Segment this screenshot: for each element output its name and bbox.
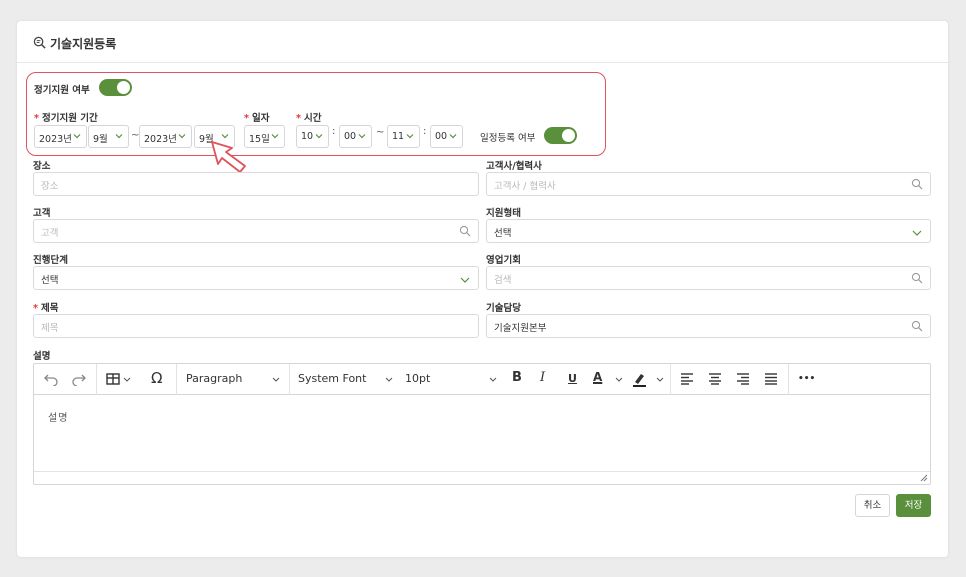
end-minute-select[interactable]: 00 <box>430 125 463 148</box>
search-icon[interactable] <box>911 178 923 190</box>
italic-button[interactable]: I <box>540 370 545 385</box>
customer-label: 고객 <box>33 208 51 219</box>
place-input[interactable]: 장소 <box>33 172 479 196</box>
paragraph-select[interactable]: Paragraph <box>186 372 242 385</box>
chevron-down-icon <box>460 277 470 283</box>
chevron-down-icon[interactable] <box>385 377 393 383</box>
font-color-button[interactable]: A <box>593 370 602 384</box>
redo-icon[interactable] <box>72 373 86 386</box>
chevron-down-icon <box>178 134 186 139</box>
schedule-register-toggle[interactable] <box>544 127 577 144</box>
period-label: * 정기지원 기간 <box>34 113 98 124</box>
chevron-down-icon <box>73 134 81 139</box>
place-label: 장소 <box>33 161 51 172</box>
font-family-select[interactable]: System Font <box>298 372 366 385</box>
chevron-down-icon <box>406 134 414 139</box>
support-type-label: 지원형태 <box>486 208 521 219</box>
partner-label: 고객사/협력사 <box>486 161 542 172</box>
start-hour-select[interactable]: 10 <box>296 125 329 148</box>
stage-select[interactable]: 선택 <box>33 266 479 290</box>
start-year-select[interactable]: 2023년 <box>34 125 87 148</box>
manager-label: 기술담당 <box>486 303 521 314</box>
chevron-down-icon[interactable] <box>656 377 664 383</box>
table-icon[interactable] <box>106 373 120 385</box>
underline-button[interactable]: U <box>568 372 577 385</box>
search-doc-icon <box>33 36 46 49</box>
colon-separator: : <box>332 126 336 137</box>
undo-icon[interactable] <box>44 373 58 386</box>
chevron-down-icon[interactable] <box>489 377 497 383</box>
day-label: * 일자 <box>244 113 270 124</box>
stage-label: 진행단계 <box>33 255 68 266</box>
card-header: 기술지원등록 <box>17 21 948 63</box>
save-button[interactable]: 저장 <box>896 494 931 517</box>
chevron-down-icon <box>315 134 323 139</box>
tilde-separator: ~ <box>376 127 385 138</box>
special-char-button[interactable]: Ω <box>151 369 162 387</box>
align-right-icon[interactable] <box>736 373 750 385</box>
search-icon[interactable] <box>911 272 923 284</box>
chevron-down-icon[interactable] <box>123 377 131 383</box>
end-hour-select[interactable]: 11 <box>387 125 420 148</box>
start-month-select[interactable]: 9월 <box>88 125 129 148</box>
colon-separator: : <box>423 126 427 137</box>
chevron-down-icon <box>358 134 366 139</box>
highlight-color-icon[interactable] <box>632 371 648 387</box>
align-justify-icon[interactable] <box>764 373 778 385</box>
manager-search-input[interactable]: 기술지원본부 <box>486 314 931 338</box>
title-input[interactable]: 제목 <box>33 314 479 338</box>
time-label: * 시간 <box>296 113 322 124</box>
more-button[interactable]: ••• <box>798 374 815 384</box>
partner-search-input[interactable]: 고객사 / 협력사 <box>486 172 931 196</box>
editor-toolbar: Ω Paragraph System Font 10pt B I U A ••• <box>34 364 930 395</box>
schedule-register-label: 일정등록 여부 <box>480 133 536 144</box>
chevron-down-icon <box>449 134 457 139</box>
resize-handle-icon[interactable] <box>920 474 928 482</box>
editor-content-area[interactable]: 설명 <box>34 396 930 470</box>
rich-text-editor: Ω Paragraph System Font 10pt B I U A ••• <box>33 363 931 485</box>
start-minute-select[interactable]: 00 <box>339 125 372 148</box>
align-center-icon[interactable] <box>708 373 722 385</box>
support-type-select[interactable]: 선택 <box>486 219 931 243</box>
chevron-down-icon[interactable] <box>272 377 280 383</box>
opportunity-label: 영업기회 <box>486 255 521 266</box>
page-title: 기술지원등록 <box>50 37 117 51</box>
editor-statusbar <box>34 471 930 484</box>
search-icon[interactable] <box>459 225 471 237</box>
chevron-down-icon[interactable] <box>615 377 623 383</box>
description-label: 설명 <box>33 351 51 362</box>
chevron-down-icon <box>271 134 279 139</box>
registration-card: 기술지원등록 정기지원 여부 * 정기지원 기간 * 일자 * 시간 2023년 9월… <box>17 21 948 557</box>
chevron-down-icon <box>115 134 123 139</box>
font-size-select[interactable]: 10pt <box>405 372 430 385</box>
search-icon[interactable] <box>911 320 923 332</box>
customer-search-input[interactable]: 고객 <box>33 219 479 243</box>
opportunity-search-input[interactable]: 검색 <box>486 266 931 290</box>
cursor-arrow-icon <box>211 141 246 173</box>
chevron-down-icon <box>912 230 922 236</box>
title-label: * 제목 <box>33 303 59 314</box>
cancel-button[interactable]: 취소 <box>855 494 890 517</box>
regular-support-toggle[interactable] <box>99 79 132 96</box>
bold-button[interactable]: B <box>512 370 522 385</box>
day-select[interactable]: 15일 <box>244 125 285 148</box>
end-year-select[interactable]: 2023년 <box>139 125 192 148</box>
align-left-icon[interactable] <box>680 373 694 385</box>
regular-support-label: 정기지원 여부 <box>34 85 90 96</box>
